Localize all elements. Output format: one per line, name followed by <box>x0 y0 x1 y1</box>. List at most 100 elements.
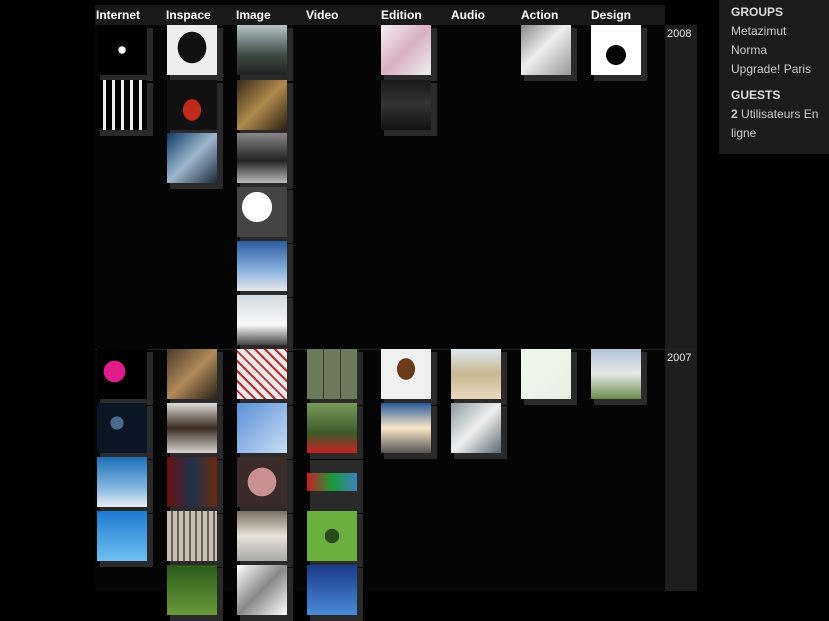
thumbnail-card <box>381 349 437 405</box>
smoke-plume-thumbnail[interactable] <box>237 187 287 237</box>
thumbnail-card <box>521 25 577 81</box>
guests-online: 2 Utilisateurs En ligne <box>731 105 827 143</box>
thumbnail-card <box>167 349 223 405</box>
thumbnail-card <box>381 403 437 459</box>
year-2008-label: 2008 <box>667 28 692 40</box>
thumbnail-card <box>237 349 293 405</box>
thumbnail-card <box>167 25 223 81</box>
thumbnail-card <box>237 241 293 297</box>
oz-logo-thumbnail[interactable] <box>97 25 147 75</box>
thumbnail-card <box>307 349 363 405</box>
color-strips-thumbnail[interactable] <box>307 473 357 491</box>
thumbnail-card <box>521 349 577 405</box>
group-link-metazimut[interactable]: Metazimut <box>731 22 811 41</box>
column-video[interactable]: Video <box>306 8 338 22</box>
thumbnail-card <box>97 80 153 136</box>
thumbnail-card <box>237 295 293 351</box>
column-action[interactable]: Action <box>521 8 558 22</box>
greyscale-city-thumbnail[interactable] <box>237 133 287 183</box>
poppy-field-thumbnail[interactable] <box>307 403 357 453</box>
pink-figures-thumbnail[interactable] <box>97 349 147 399</box>
thumbnail-card <box>167 457 223 513</box>
ornate-interior-thumbnail[interactable] <box>237 80 287 130</box>
thumbnail-card <box>591 349 647 405</box>
column-inspace[interactable]: Inspace <box>166 8 211 22</box>
wire-drawing-thumbnail[interactable] <box>521 349 571 399</box>
blurry-blue-thumbnail[interactable] <box>237 403 287 453</box>
thumbnail-card <box>237 511 293 567</box>
thumbnail-card <box>451 403 507 459</box>
barcode-bars-thumbnail[interactable] <box>97 80 147 130</box>
guests-heading: GUESTS <box>731 88 781 102</box>
sky-crowd-thumbnail[interactable] <box>237 25 287 75</box>
hanging-figure-thumbnail[interactable] <box>381 349 431 399</box>
year-column <box>665 25 697 591</box>
neon-room-thumbnail[interactable] <box>167 457 217 507</box>
thumbnail-card <box>167 80 223 136</box>
thumbnail-card <box>97 349 153 405</box>
column-internet[interactable]: Internet <box>96 8 140 22</box>
blue-building-thumbnail[interactable] <box>237 241 287 291</box>
blue-face-thumbnail[interactable] <box>307 565 357 615</box>
thumbnail-card <box>591 25 647 81</box>
year-2007-label: 2007 <box>667 352 692 364</box>
group-link-norma[interactable]: Norma <box>731 41 811 60</box>
turntable-thumbnail[interactable] <box>451 403 501 453</box>
thumbnail-card <box>237 133 293 189</box>
alesa-poster-thumbnail[interactable] <box>591 25 641 75</box>
thumbnail-card <box>97 403 153 459</box>
thumbnail-card <box>97 25 153 81</box>
guests-count: 2 <box>731 107 738 121</box>
thumbnail-card <box>307 511 363 567</box>
fake-off-letters-thumbnail[interactable] <box>451 349 501 399</box>
thumbnail-card <box>451 349 507 405</box>
cities-text-thumbnail[interactable] <box>381 80 431 130</box>
blue-water-thumbnail[interactable] <box>97 511 147 561</box>
thumbnail-card <box>381 25 437 81</box>
bronze-sculpture-thumbnail[interactable] <box>167 349 217 399</box>
column-design[interactable]: Design <box>591 8 631 22</box>
sketch-drawing-thumbnail[interactable] <box>237 565 287 615</box>
snow-runner-thumbnail[interactable] <box>237 295 287 345</box>
braided-rope-thumbnail[interactable] <box>237 349 287 399</box>
photo-grid-thumbnail[interactable] <box>307 349 357 399</box>
thumbnail-card <box>167 133 223 189</box>
black-skull-thumbnail[interactable] <box>167 25 217 75</box>
white-cube-thumbnail[interactable] <box>521 25 571 75</box>
green-wall-thumbnail[interactable] <box>167 565 217 615</box>
dark-particles-thumbnail[interactable] <box>97 403 147 453</box>
thumbnail-card <box>237 565 293 621</box>
sidebar-panel: GROUPS Metazimut Norma Upgrade! Paris GU… <box>719 0 829 154</box>
column-image[interactable]: Image <box>236 8 271 22</box>
thumbnail-card <box>237 25 293 81</box>
thumbnail-card <box>307 403 363 459</box>
lips-closeup-thumbnail[interactable] <box>237 457 287 507</box>
thumbnail-card <box>167 403 223 459</box>
column-edition[interactable]: Edition <box>381 8 422 22</box>
framed-painting-thumbnail[interactable] <box>167 403 217 453</box>
thumbnail-card <box>381 80 437 136</box>
thumbnail-card <box>307 457 363 513</box>
thumbnail-card <box>237 80 293 136</box>
thumbnail-card <box>97 457 153 513</box>
thumbnail-card <box>237 187 293 243</box>
generateur-poster-thumbnail[interactable] <box>97 457 147 507</box>
alien-face-thumbnail[interactable] <box>307 511 357 561</box>
thumbnail-card <box>167 511 223 567</box>
column-audio[interactable]: Audio <box>451 8 485 22</box>
white-dome-thumbnail[interactable] <box>237 511 287 561</box>
thumbnail-card <box>307 565 363 621</box>
curved-roof-thumbnail[interactable] <box>167 511 217 561</box>
groups-heading: GROUPS <box>731 5 784 19</box>
light-beam-thumbnail[interactable] <box>381 403 431 453</box>
guests-label: Utilisateurs En ligne <box>731 107 819 140</box>
group-link-upgrade-paris[interactable]: Upgrade! Paris <box>731 60 811 79</box>
blue-structure-thumbnail[interactable] <box>167 133 217 183</box>
thumbnail-card <box>97 511 153 567</box>
thumbnail-card <box>237 457 293 513</box>
thumbnail-card <box>237 403 293 459</box>
thumbnail-card <box>167 565 223 621</box>
white-architecture-thumbnail[interactable] <box>591 349 641 399</box>
red-network-thumbnail[interactable] <box>381 25 431 75</box>
red-teeth-skull-thumbnail[interactable] <box>167 80 217 130</box>
